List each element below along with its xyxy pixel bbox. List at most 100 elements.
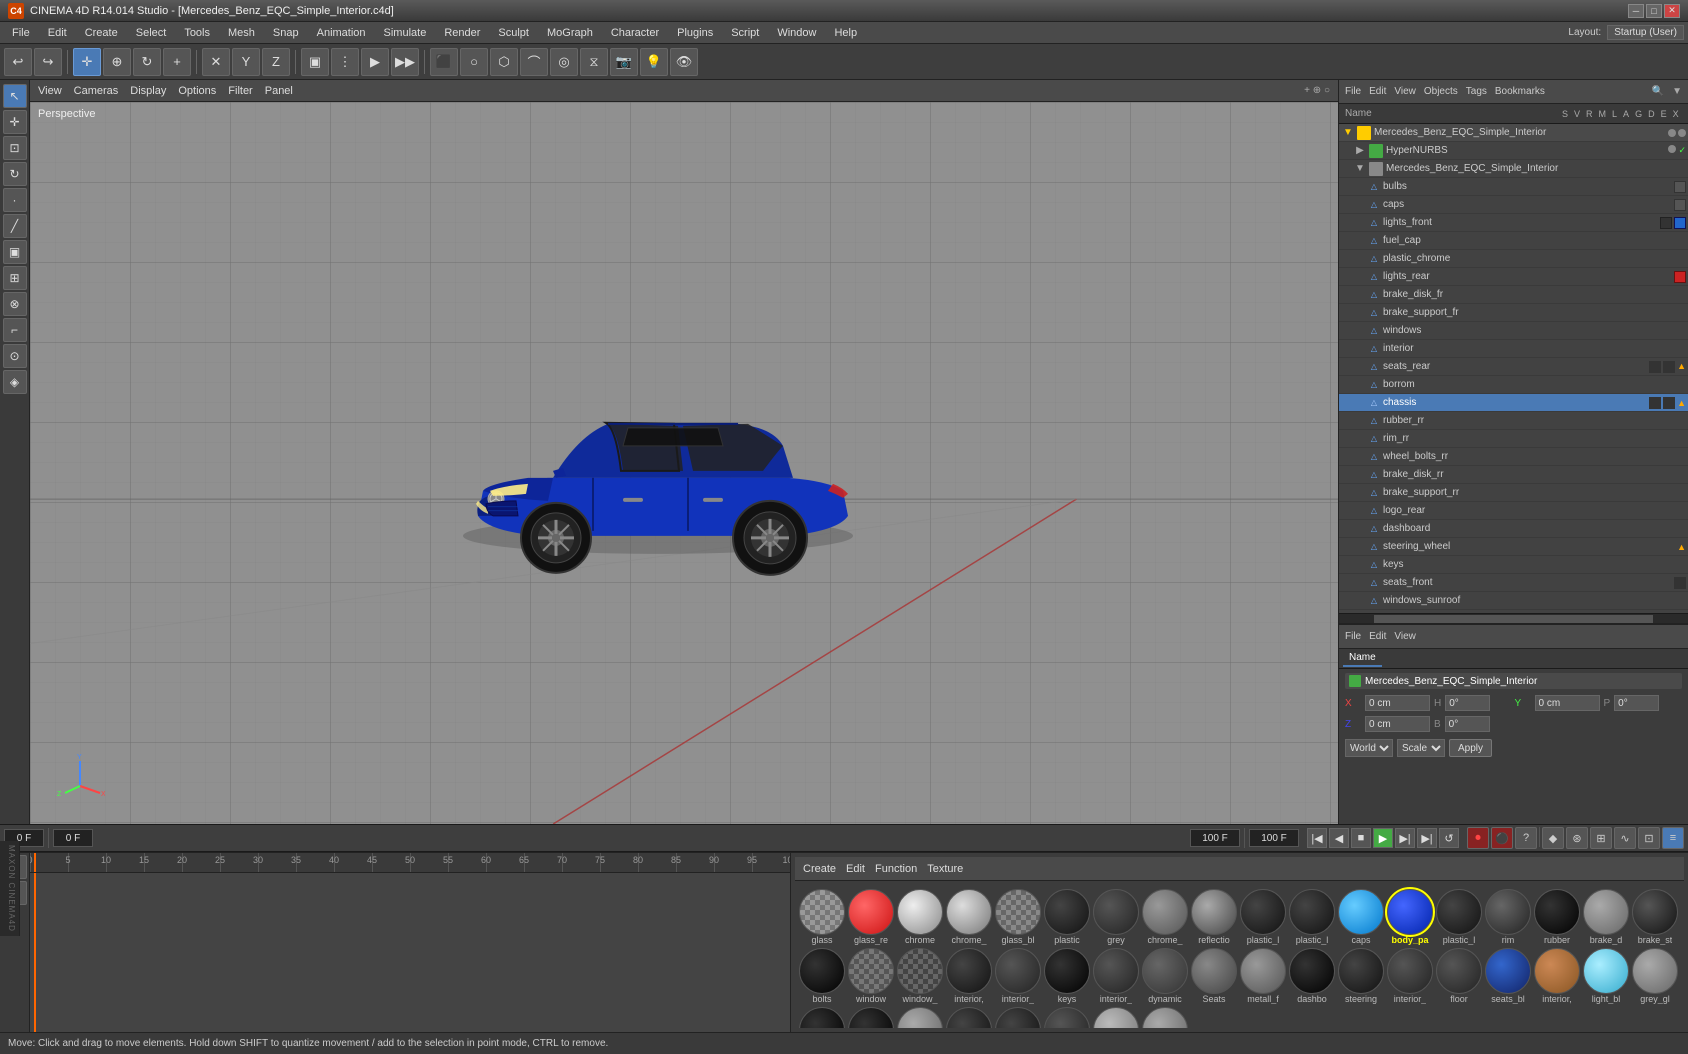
obj-row-seats-rear[interactable]: △ seats_rear ▲ xyxy=(1339,358,1688,376)
material-brake-st[interactable]: brake_st xyxy=(1632,889,1678,945)
material-grey-gl[interactable]: grey_gl xyxy=(1632,948,1678,1004)
next-frame-button[interactable]: ▶| xyxy=(1395,828,1415,848)
cube-button[interactable]: ⬛ xyxy=(430,48,458,76)
obj-row-interior[interactable]: △ interior xyxy=(1339,340,1688,358)
viewport-menu-filter[interactable]: Filter xyxy=(228,85,252,97)
viewport-menu-panel[interactable]: Panel xyxy=(265,85,293,97)
material-tool[interactable]: ◈ xyxy=(3,370,27,394)
scale-tool[interactable]: ⊡ xyxy=(3,136,27,160)
obj-row-logo-rear[interactable]: △ logo_rear xyxy=(1339,502,1688,520)
attr-menu-edit[interactable]: Edit xyxy=(1369,631,1386,642)
end-frame-input[interactable] xyxy=(1190,829,1240,847)
obj-row-bulbs[interactable]: △ bulbs xyxy=(1339,178,1688,196)
material-interior-br[interactable]: interior, xyxy=(1534,948,1580,1004)
obj-menu-tags[interactable]: Tags xyxy=(1466,86,1487,97)
obj-row-keys[interactable]: △ keys xyxy=(1339,556,1688,574)
go-start-button[interactable]: |◀ xyxy=(1307,828,1327,848)
viewport-menu-display[interactable]: Display xyxy=(130,85,166,97)
close-button[interactable]: ✕ xyxy=(1664,4,1680,18)
menu-plugins[interactable]: Plugins xyxy=(669,25,721,41)
mat-menu-create[interactable]: Create xyxy=(803,863,836,875)
material-dashbo2[interactable]: dashbo xyxy=(848,1007,894,1028)
material-seats-bl[interactable]: seats_bl xyxy=(1485,948,1531,1004)
obj-row-fuel-cap[interactable]: △ fuel_cap xyxy=(1339,232,1688,250)
redo-button[interactable]: ↪ xyxy=(34,48,62,76)
uv-tool[interactable]: ⊞ xyxy=(3,266,27,290)
material-floor[interactable]: floor xyxy=(1436,948,1482,1004)
material-light-bl[interactable]: light_bl xyxy=(1583,948,1629,1004)
sphere-button[interactable]: ○ xyxy=(460,48,488,76)
obj-row-rim-rr[interactable]: △ rim_rr xyxy=(1339,430,1688,448)
menu-mesh[interactable]: Mesh xyxy=(220,25,263,41)
undo-button[interactable]: ↩ xyxy=(4,48,32,76)
max-frame-input[interactable] xyxy=(1249,829,1299,847)
material-rubber[interactable]: rubber xyxy=(1534,889,1580,945)
obj-row-borrom[interactable]: △ borrom xyxy=(1339,376,1688,394)
brush-tool[interactable]: ⊙ xyxy=(3,344,27,368)
select-tool[interactable]: ↖ xyxy=(3,84,27,108)
points-tool[interactable]: · xyxy=(3,188,27,212)
stop-button[interactable]: ■ xyxy=(1351,828,1371,848)
obj-row-brake-disk-fr[interactable]: △ brake_disk_fr xyxy=(1339,286,1688,304)
material-grey[interactable]: chrome_ xyxy=(1142,889,1188,945)
obj-row-chassis[interactable]: △ chassis ▲ xyxy=(1339,394,1688,412)
spline-button[interactable]: ⌒ xyxy=(520,48,548,76)
play-button[interactable]: ▶ xyxy=(1373,828,1393,848)
title-bar-controls[interactable]: ─ □ ✕ xyxy=(1628,4,1680,18)
material-dynamic[interactable]: dynamic xyxy=(1142,948,1188,1004)
snap-tool[interactable]: ⊗ xyxy=(3,292,27,316)
mat-menu-function[interactable]: Function xyxy=(875,863,917,875)
menu-help[interactable]: Help xyxy=(826,25,865,41)
attr-tab-name[interactable]: Name xyxy=(1343,650,1382,667)
menu-mograph[interactable]: MoGraph xyxy=(539,25,601,41)
edge-mode-button[interactable]: Z xyxy=(262,48,290,76)
attr-menu-view[interactable]: View xyxy=(1394,631,1416,642)
measure-tool[interactable]: ⌐ xyxy=(3,318,27,342)
attr-y-size[interactable] xyxy=(1614,695,1659,711)
material-chrome[interactable]: chrome xyxy=(897,889,943,945)
material-chrome2[interactable]: chrome_ xyxy=(946,889,992,945)
new-button[interactable]: + xyxy=(163,48,191,76)
point-mode-button[interactable]: Y xyxy=(232,48,260,76)
maximize-button[interactable]: □ xyxy=(1646,4,1662,18)
material-chassis2[interactable]: chassis2 xyxy=(1044,1007,1090,1028)
obj-row-root[interactable]: ▼ Mercedes_Benz_EQC_Simple_Interior xyxy=(1339,124,1688,142)
loop-button[interactable]: ↺ xyxy=(1439,828,1459,848)
menu-snap[interactable]: Snap xyxy=(265,25,307,41)
menu-animation[interactable]: Animation xyxy=(309,25,374,41)
viewport-menu-options[interactable]: Options xyxy=(178,85,216,97)
attr-z-pos[interactable] xyxy=(1365,716,1430,732)
obj-row-plastic-chrome[interactable]: △ plastic_chrome xyxy=(1339,250,1688,268)
model-mode-button[interactable]: ✕ xyxy=(202,48,230,76)
material-rim[interactable]: rim xyxy=(1485,889,1531,945)
keyframe-button[interactable]: ◆ xyxy=(1542,827,1564,849)
attr-y-pos[interactable] xyxy=(1535,695,1600,711)
menu-tools[interactable]: Tools xyxy=(176,25,218,41)
deformer-button[interactable]: ⧖ xyxy=(580,48,608,76)
render-viewport-button[interactable]: ▶▶ xyxy=(391,48,419,76)
material-caps[interactable]: caps xyxy=(1338,889,1384,945)
viewport-area[interactable]: View Cameras Display Options Filter Pane… xyxy=(30,80,1338,824)
obj-row-rubber-rr[interactable]: △ rubber_rr xyxy=(1339,412,1688,430)
obj-row-brake-disk-rr[interactable]: △ brake_disk_rr xyxy=(1339,466,1688,484)
material-chassis[interactable]: chassis xyxy=(995,1007,1041,1028)
material-keys-gl[interactable]: keys_gl xyxy=(897,1007,943,1028)
obj-row-lights-front[interactable]: △ lights_front xyxy=(1339,214,1688,232)
material-reflection[interactable]: reflectio xyxy=(1191,889,1237,945)
attr-scale-mode[interactable]: Scale xyxy=(1397,739,1445,757)
rotate-tool-button[interactable]: ↻ xyxy=(133,48,161,76)
material-logo[interactable]: logo xyxy=(1093,1007,1139,1028)
material-glass-re[interactable]: glass_re xyxy=(848,889,894,945)
obj-row-dashboard[interactable]: △ dashboard xyxy=(1339,520,1688,538)
attr-apply-button[interactable]: Apply xyxy=(1449,739,1492,757)
obj-row-windows-sunroof[interactable]: △ windows_sunroof xyxy=(1339,592,1688,610)
material-brake-d[interactable]: brake_d xyxy=(1583,889,1629,945)
obj-row-brake-support-fr[interactable]: △ brake_support_fr xyxy=(1339,304,1688,322)
attr-z-size[interactable] xyxy=(1445,716,1490,732)
material-window[interactable]: window xyxy=(848,948,894,1004)
menu-select[interactable]: Select xyxy=(128,25,175,41)
timeline-playhead[interactable] xyxy=(34,853,36,872)
material-steering[interactable]: steering xyxy=(1338,948,1384,1004)
nurbs-button[interactable]: ◎ xyxy=(550,48,578,76)
menu-create[interactable]: Create xyxy=(77,25,126,41)
